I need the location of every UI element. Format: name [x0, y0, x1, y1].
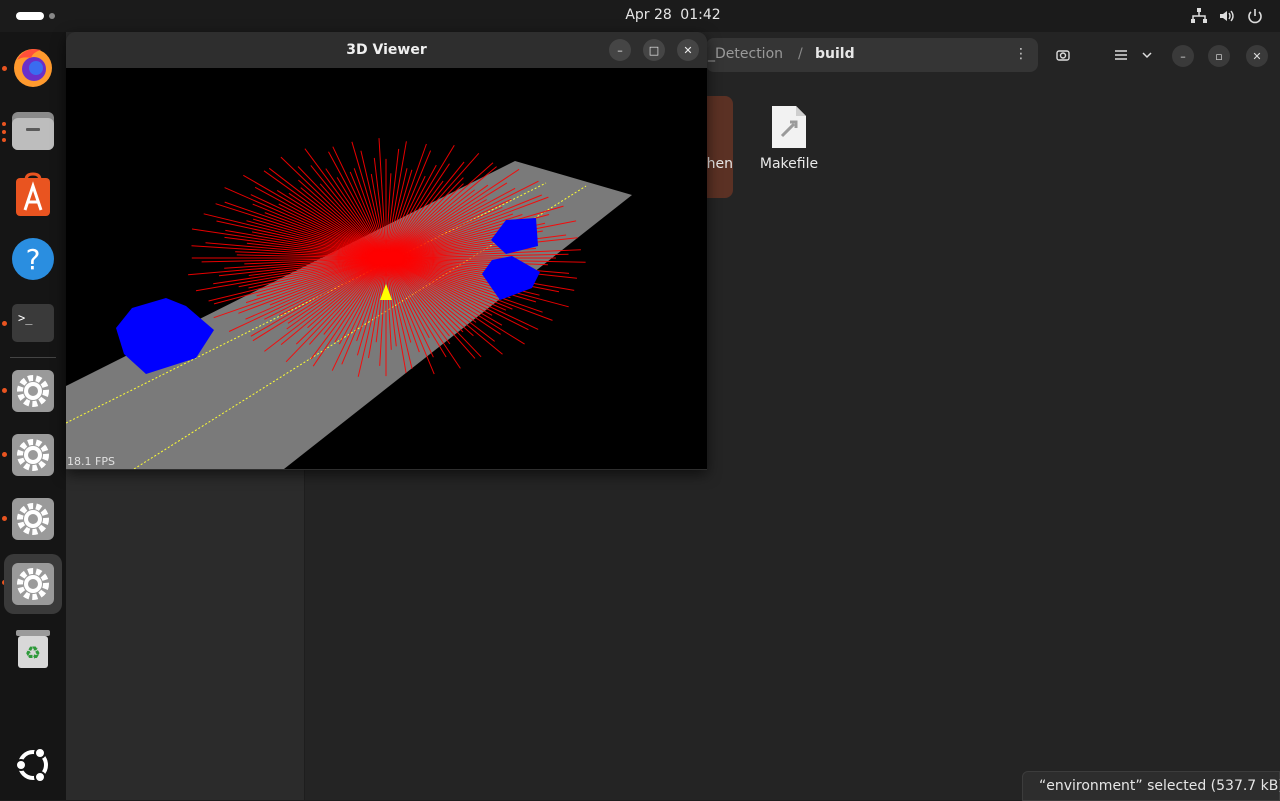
chevron-down-icon[interactable]	[1132, 40, 1162, 70]
3d-viewport[interactable]: 18.1 FPS	[66, 68, 707, 469]
clock-date: Apr 28	[625, 7, 672, 23]
clock-time: 01:42	[680, 7, 721, 23]
network-icon[interactable]	[1190, 7, 1208, 25]
settings-icon-active[interactable]	[4, 554, 62, 614]
makefile-file-icon[interactable]	[770, 104, 808, 150]
path-separator: /	[798, 46, 803, 62]
fps-counter: 18.1 FPS	[67, 455, 115, 468]
settings-icon[interactable]	[6, 364, 60, 418]
close-icon[interactable]: ✕	[1246, 45, 1268, 67]
trash-icon[interactable]: ♻	[6, 620, 60, 674]
path-menu-icon[interactable]: ⋮	[1014, 46, 1028, 64]
svg-text:♻: ♻	[25, 643, 41, 664]
viewer-titlebar[interactable]: 3D Viewer – □ ✕	[66, 32, 707, 68]
folder-item-label: hen	[706, 156, 733, 172]
minimize-icon[interactable]: –	[609, 39, 631, 61]
dock-separator	[10, 357, 56, 358]
close-icon[interactable]: ✕	[677, 39, 699, 61]
minimize-icon[interactable]: –	[1172, 45, 1194, 67]
help-icon[interactable]: ?	[6, 232, 60, 286]
makefile-label[interactable]: Makefile	[746, 156, 832, 172]
firefox-icon[interactable]	[6, 40, 60, 94]
top-bar: Apr 28 01:42	[0, 0, 1280, 32]
path-segment-current[interactable]: build	[815, 46, 855, 62]
folder-item-selected[interactable]	[706, 96, 733, 198]
app-center-icon[interactable]	[6, 168, 60, 222]
settings-icon[interactable]	[6, 428, 60, 482]
search-icon[interactable]	[1048, 40, 1078, 70]
maximize-icon[interactable]: □	[643, 39, 665, 61]
path-segment[interactable]: _Detection	[708, 46, 783, 62]
clock[interactable]: Apr 28 01:42	[0, 7, 1280, 23]
viewer-window: 3D Viewer – □ ✕ 18.1 FPS	[66, 32, 707, 470]
restore-icon[interactable]: ▫	[1208, 45, 1230, 67]
show-apps-icon[interactable]	[6, 738, 60, 792]
selection-status: “environment” selected (537.7 kB)	[1022, 771, 1280, 801]
dock: ? >_ ♻	[0, 32, 66, 800]
files-icon[interactable]	[6, 104, 60, 158]
volume-icon[interactable]	[1218, 7, 1236, 25]
terminal-icon[interactable]: >_	[6, 296, 60, 350]
svg-text:>_: >_	[18, 311, 33, 325]
svg-text:?: ?	[26, 243, 41, 276]
power-icon[interactable]	[1246, 7, 1264, 25]
scene-canvas[interactable]: 18.1 FPS	[66, 68, 707, 469]
settings-icon[interactable]	[6, 492, 60, 546]
